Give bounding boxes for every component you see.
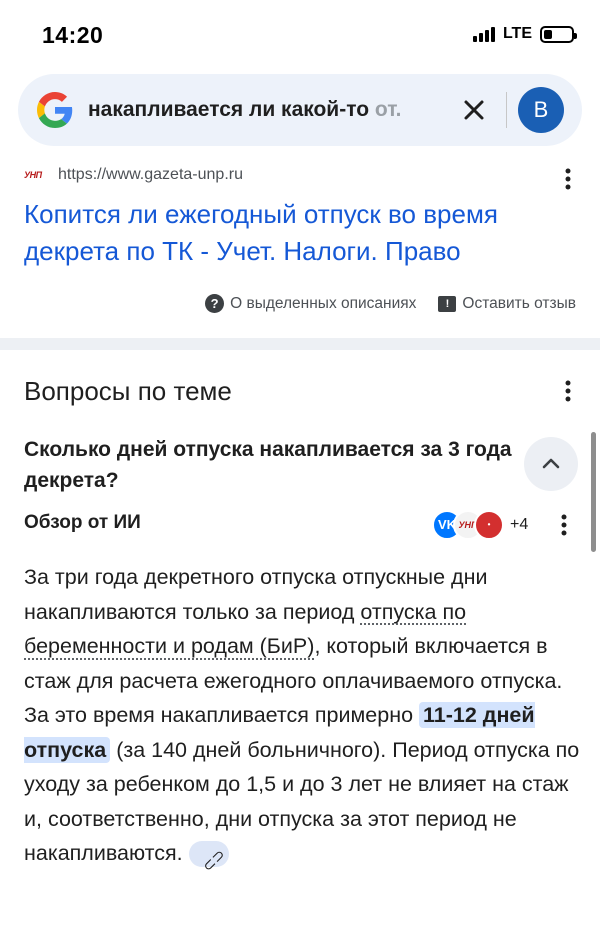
related-question[interactable]: Сколько дней отпуска накапливается за 3 … [24,434,514,496]
collapse-question-button[interactable] [524,437,578,491]
chevron-up-icon [542,458,560,469]
result-title-link[interactable]: Копится ли ежегодный отпуск во время дек… [24,196,574,270]
site-favicon-icon: УНП [24,170,42,180]
about-snippets-link[interactable]: О выделенных описаниях [230,295,416,313]
battery-fill [544,29,552,39]
more-vert-icon [565,168,571,190]
search-query-text: накапливается ли какой-то [88,98,370,121]
search-input[interactable]: накапливается ли какой-то от. [88,98,438,122]
network-type: LTE [502,25,532,42]
source-red-icon: • [474,510,504,540]
section-divider [0,338,600,350]
result-site-row[interactable]: УНП https://www.gazeta-unp.ru [24,166,243,184]
citation-link-button[interactable]: ⊂⊃ [188,841,229,876]
section-more-menu-button[interactable] [556,380,580,404]
battery-tip [574,32,577,39]
help-icon: ? [205,294,225,313]
account-avatar[interactable]: В [518,87,564,133]
battery-icon [540,25,577,43]
more-vert-icon [561,514,567,536]
ai-answer-text: За три года декретного отпуска отпускные… [24,560,580,876]
feedback-icon: ! [438,295,457,312]
clear-search-button[interactable] [458,94,490,126]
close-icon [464,100,484,120]
feedback-row: ? О выделенных описаниях ! Оставить отзы… [205,294,576,313]
result-more-menu-button[interactable] [556,168,580,192]
scrollbar[interactable] [591,432,596,552]
link-icon: ⊂⊃ [198,846,229,876]
status-indicators: LTE [472,25,577,43]
status-time: 14:20 [42,22,104,48]
search-fade [398,88,458,132]
search-divider [506,92,507,128]
ai-overview-more-menu-button[interactable] [552,514,576,538]
source-icons[interactable]: VK УНП • +4 [432,510,528,540]
leave-feedback-link[interactable]: Оставить отзыв [462,295,576,313]
ai-overview-label: Обзор от ИИ [24,512,141,533]
status-bar: 14:20 LTE [0,0,600,68]
section-title: Вопросы по теме [24,376,232,406]
google-logo-icon [37,92,73,128]
more-vert-icon [565,380,571,402]
signal-icon [472,26,495,42]
sources-more-count[interactable]: +4 [510,516,528,534]
result-url[interactable]: https://www.gazeta-unp.ru [58,166,243,184]
search-bar[interactable]: накапливается ли какой-то от. В [18,74,582,146]
